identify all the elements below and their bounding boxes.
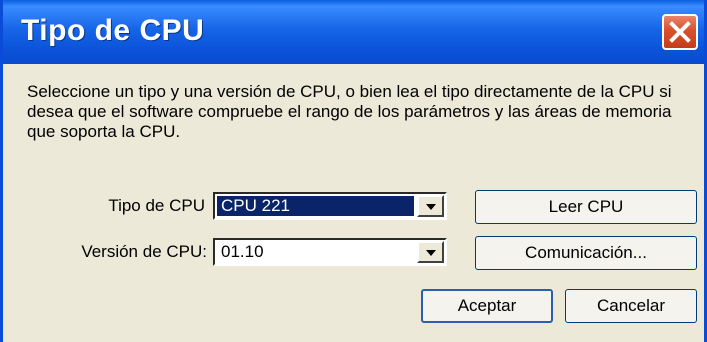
accept-button[interactable]: Aceptar	[421, 289, 553, 323]
cpu-version-dropdown-button[interactable]	[417, 241, 444, 263]
cpu-version-label: Versión de CPU:	[81, 242, 207, 261]
cpu-version-value: 01.10	[221, 242, 264, 261]
cpu-type-label: Tipo de CPU	[108, 196, 205, 215]
title-bar[interactable]: Tipo de CPU	[3, 0, 704, 64]
description-text: Seleccione un tipo y una versión de CPU,…	[27, 82, 672, 141]
close-icon	[669, 21, 691, 43]
chevron-down-icon	[426, 250, 436, 256]
cpu-type-dialog: Tipo de CPU Seleccione un tipo y una ver…	[0, 0, 707, 342]
read-cpu-button[interactable]: Leer CPU	[475, 190, 697, 224]
communication-button[interactable]: Comunicación...	[475, 236, 697, 270]
window-title: Tipo de CPU	[21, 14, 205, 47]
cpu-type-value: CPU 221	[217, 196, 414, 216]
cancel-button[interactable]: Cancelar	[565, 289, 697, 323]
cpu-version-select[interactable]: 01.10	[213, 238, 447, 266]
cpu-type-select[interactable]: CPU 221	[213, 192, 447, 220]
close-button[interactable]	[662, 14, 698, 50]
chevron-down-icon	[426, 204, 436, 210]
cpu-type-dropdown-button[interactable]	[417, 195, 444, 217]
